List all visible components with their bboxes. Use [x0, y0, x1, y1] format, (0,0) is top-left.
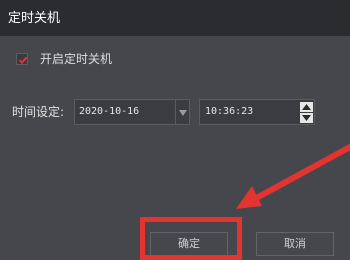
spin-down-icon [302, 115, 311, 121]
annotation-arrow-icon [236, 144, 350, 209]
dialog-title: 定时关机 [8, 11, 61, 26]
ok-button[interactable]: 确定 [150, 232, 228, 256]
date-input[interactable]: 2020-10-16 [74, 99, 176, 125]
time-input[interactable]: 10:36:23 [199, 99, 315, 125]
date-dropdown-button[interactable] [176, 99, 190, 125]
cancel-button[interactable]: 取消 [256, 232, 334, 256]
time-increment-button[interactable] [300, 102, 313, 112]
dropdown-arrow-icon [179, 110, 187, 116]
time-decrement-button[interactable] [300, 113, 313, 123]
enable-shutdown-checkbox[interactable] [16, 53, 28, 65]
time-setting-label: 时间设定: [12, 105, 65, 119]
dialog-title-bar: 定时关机 [0, 0, 350, 36]
check-icon [18, 56, 28, 65]
time-value[interactable]: 10:36:23 [205, 100, 253, 124]
spin-up-icon [302, 104, 311, 110]
enable-shutdown-label: 开启定时关机 [40, 52, 113, 66]
